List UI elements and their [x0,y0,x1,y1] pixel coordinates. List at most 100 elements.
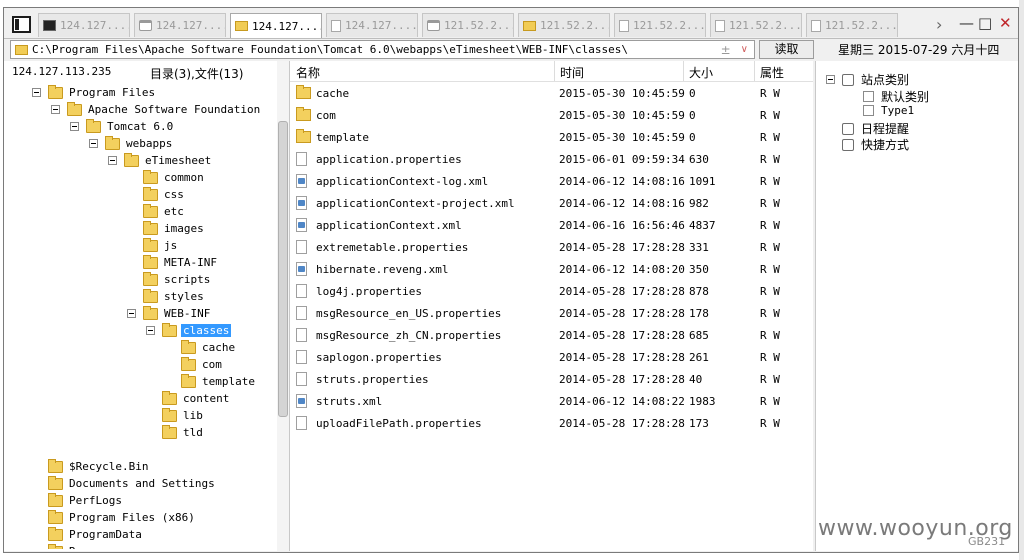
tree-node[interactable]: $Recycle.Bin [32,458,150,475]
file-time: 2014-05-28 17:28:28 [559,416,685,430]
column-attr-header[interactable]: 属性 [760,64,784,81]
shortcut-icon [842,138,854,151]
file-row[interactable]: msgResource_en_US.properties 2014-05-28 1… [290,302,813,324]
column-name-header[interactable]: 名称 [296,64,320,81]
minimize-icon[interactable]: — [959,14,974,32]
schedule-node[interactable]: 日程提醒 [842,120,909,137]
collapse-icon[interactable] [127,309,136,318]
directory-tree-pane: 124.127.113.235 目录(3),文件(13) Program Fil… [4,61,290,551]
tree-node[interactable]: etc [127,203,186,220]
tree-node[interactable]: common [127,169,206,186]
collapse-icon[interactable] [108,156,117,165]
file-row[interactable]: applicationContext.xml 2014-06-16 16:56:4… [290,214,813,236]
tree-node[interactable]: Tomcat 6.0 [70,118,175,135]
file-row[interactable]: application.properties 2015-06-01 09:59:3… [290,148,813,170]
file-row[interactable]: msgResource_zh_CN.properties 2014-05-28 1… [290,324,813,346]
tree-node[interactable]: Apache Software Foundation [51,101,262,118]
file-row[interactable]: com 2015-05-30 10:45:59 0 R W [290,104,813,126]
file-time: 2014-05-28 17:28:28 [559,306,685,320]
tree-node[interactable]: ProgramData [32,526,144,543]
tab-9[interactable]: 121.52.2... [806,13,898,37]
tree-node[interactable]: images [127,220,206,237]
toggle-sidebar-button[interactable] [12,16,31,33]
tree-node[interactable]: R [32,543,78,549]
site-category-node[interactable]: 站点类别 [826,71,909,88]
close-icon[interactable]: ✕ [999,14,1012,32]
tree-node[interactable]: scripts [127,271,212,288]
tree-node[interactable]: content [146,390,231,407]
maximize-icon[interactable]: □ [978,14,992,32]
tree-node[interactable]: PerfLogs [32,492,124,509]
file-row[interactable]: cache 2015-05-30 10:45:59 0 R W [290,82,813,104]
address-bar[interactable]: C:\Program Files\Apache Software Foundat… [10,40,755,59]
tree-node[interactable]: webapps [89,135,174,152]
tree-node[interactable]: Program Files (x86) [32,509,197,526]
collapse-icon[interactable] [70,122,79,131]
tree-node[interactable]: template [165,373,257,390]
chevron-down-icon[interactable]: ∨ [741,44,748,55]
chevron-right-icon[interactable]: › [936,15,942,34]
tab-1[interactable]: 124.127.... [38,13,130,37]
tree-node[interactable]: lib [146,407,205,424]
file-size: 178 [689,306,709,320]
tree-node[interactable]: cache [165,339,237,356]
file-row[interactable]: saplogon.properties 2014-05-28 17:28:28 26… [290,346,813,368]
column-divider[interactable] [554,61,555,81]
tree-node[interactable]: WEB-INF [127,305,212,322]
tab-6[interactable]: 121.52.2... [518,13,610,37]
file-name: struts.xml [316,394,383,408]
file-row[interactable]: log4j.properties 2014-05-28 17:28:28 878 R … [290,280,813,302]
site-category-label: 站点类别 [861,73,910,87]
column-size-header[interactable]: 大小 [689,64,713,81]
tab-3[interactable]: 124.127.... [230,13,322,38]
address-path[interactable]: C:\Program Files\Apache Software Foundat… [32,43,721,56]
file-row[interactable]: extremetable.properties 2014-05-28 17:28:… [290,236,813,258]
file-row[interactable]: struts.xml 2014-06-12 14:08:22 1983 R W [290,390,813,412]
file-row[interactable]: struts.properties 2014-05-28 17:28:28 40 R … [290,368,813,390]
tree-node[interactable]: com [165,356,224,373]
tree-scrollbar[interactable] [277,61,289,551]
tree-node[interactable]: css [127,186,186,203]
collapse-icon[interactable] [89,139,98,148]
column-time-header[interactable]: 时间 [560,64,584,81]
file-time: 2014-06-12 14:08:20 [559,262,685,276]
tree-node[interactable]: js [127,237,179,254]
column-divider[interactable] [754,61,755,81]
file-row[interactable]: uploadFilePath.properties 2014-05-28 17:2… [290,412,813,434]
file-row[interactable]: applicationContext-project.xml 2014-06-12… [290,192,813,214]
tab-strip: 124.127.... 124.127.... 124.127.... 124.127… [4,8,1018,39]
tab-2[interactable]: 124.127.... [134,13,226,37]
tab-4[interactable]: 124.127.... [326,13,418,37]
collapse-icon[interactable] [32,88,41,97]
tab-8[interactable]: 121.52.2... [710,13,802,37]
collapse-icon[interactable] [146,326,155,335]
tree-node[interactable]: META-INF [127,254,219,271]
tree-scrollbar-thumb[interactable] [278,121,288,417]
file-row[interactable]: hibernate.reveng.xml 2014-06-12 14:08:20 3… [290,258,813,280]
collapse-icon[interactable] [51,105,60,114]
plus-minus-icon[interactable]: ± [721,43,731,57]
tree-node[interactable]: Documents and Settings [32,475,217,492]
tree-node[interactable]: styles [127,288,206,305]
file-row[interactable]: template 2015-05-30 10:45:59 0 R W [290,126,813,148]
tab-7[interactable]: 121.52.2... [614,13,706,37]
folder-icon [48,509,63,524]
tree-node[interactable]: tld [146,424,205,441]
tree-node-label: template [202,375,255,388]
tree-node[interactable]: classes [146,322,232,339]
type1-node[interactable]: Type1 [863,104,914,117]
file-size: 0 [689,86,696,100]
tree-node[interactable]: eTimesheet [108,152,213,169]
shortcuts-node[interactable]: 快捷方式 [842,136,909,153]
host-address: 124.127.113.235 [12,65,112,78]
file-list-header: 名称 时间 大小 属性 [290,61,813,82]
tab-5[interactable]: 121.52.2... [422,13,514,37]
tree-node[interactable]: Program Files [32,84,157,101]
read-button[interactable]: 读取 [759,40,814,59]
tree-node-label: content [183,392,230,405]
collapse-icon[interactable] [826,75,835,84]
folder-icon [124,152,139,167]
column-divider[interactable] [683,61,684,81]
default-category-node[interactable]: 默认类别 [863,88,929,105]
file-row[interactable]: applicationContext-log.xml 2014-06-12 14:… [290,170,813,192]
